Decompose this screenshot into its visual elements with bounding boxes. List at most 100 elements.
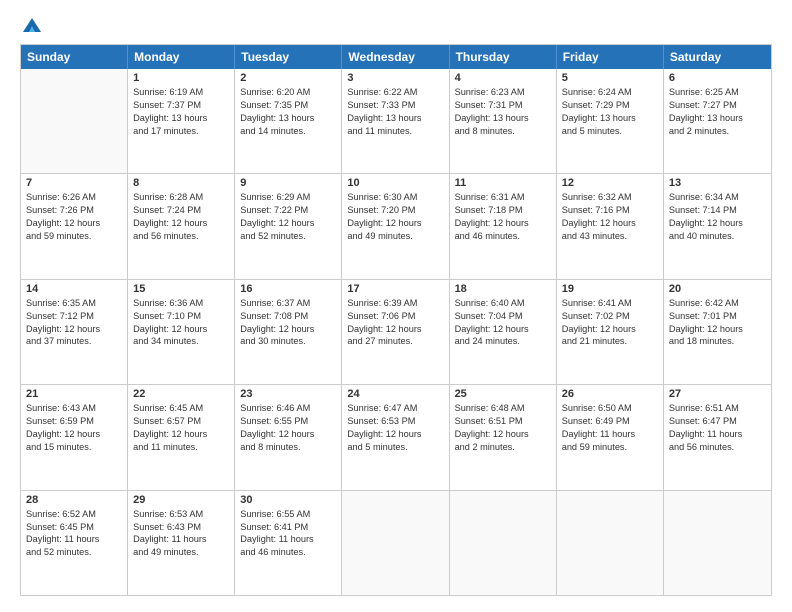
cell-text-line: Sunset: 6:47 PM (669, 415, 766, 428)
day-number: 30 (240, 494, 336, 506)
cell-text-line: Sunset: 7:18 PM (455, 204, 551, 217)
cell-text-line: and 2 minutes. (669, 125, 766, 138)
empty-cell (342, 491, 449, 595)
cell-text-line: and 8 minutes. (455, 125, 551, 138)
cell-text-line: Sunrise: 6:41 AM (562, 297, 658, 310)
cell-text-line: Daylight: 13 hours (562, 112, 658, 125)
cell-text-line: and 56 minutes. (669, 441, 766, 454)
day-cell-12: 12Sunrise: 6:32 AMSunset: 7:16 PMDayligh… (557, 174, 664, 278)
day-cell-22: 22Sunrise: 6:45 AMSunset: 6:57 PMDayligh… (128, 385, 235, 489)
cell-text-line: Daylight: 13 hours (240, 112, 336, 125)
logo (20, 16, 44, 34)
cell-text-line: Sunset: 7:04 PM (455, 310, 551, 323)
cell-text-line: Daylight: 11 hours (240, 533, 336, 546)
cell-text-line: and 14 minutes. (240, 125, 336, 138)
cell-text-line: Sunset: 6:41 PM (240, 521, 336, 534)
cell-text-line: Daylight: 12 hours (669, 323, 766, 336)
cell-text-line: and 2 minutes. (455, 441, 551, 454)
cell-text-line: and 27 minutes. (347, 335, 443, 348)
cell-text-line: Sunset: 7:14 PM (669, 204, 766, 217)
cell-text-line: Sunset: 6:51 PM (455, 415, 551, 428)
cell-text-line: Sunrise: 6:22 AM (347, 86, 443, 99)
cell-text-line: Daylight: 12 hours (26, 323, 122, 336)
day-number: 14 (26, 283, 122, 295)
day-cell-13: 13 Sunrise: 6:34 AMSunset: 7:14 PMDayligh… (664, 174, 771, 278)
day-cell-16: 16Sunrise: 6:37 AMSunset: 7:08 PMDayligh… (235, 280, 342, 384)
cell-text-line: Daylight: 11 hours (669, 428, 766, 441)
header-day-friday: Friday (557, 45, 664, 69)
cell-text-line: Sunset: 7:27 PM (669, 99, 766, 112)
cell-text-line: and 21 minutes. (562, 335, 658, 348)
empty-cell (450, 491, 557, 595)
day-cell-2: 2 Sunrise: 6:20 AMSunset: 7:35 PMDaylight… (235, 69, 342, 173)
day-number: 18 (455, 283, 551, 295)
cell-text-line: Sunrise: 6:23 AM (455, 86, 551, 99)
cell-text-line: Sunrise: 6:37 AM (240, 297, 336, 310)
cell-text-line: Sunset: 6:53 PM (347, 415, 443, 428)
cell-text-line: and 11 minutes. (347, 125, 443, 138)
cell-text-line: Sunset: 7:22 PM (240, 204, 336, 217)
cell-text-line: and 24 minutes. (455, 335, 551, 348)
day-cell-24: 24Sunrise: 6:47 AMSunset: 6:53 PMDayligh… (342, 385, 449, 489)
cell-text-line: Sunset: 7:35 PM (240, 99, 336, 112)
day-cell-18: 18Sunrise: 6:40 AMSunset: 7:04 PMDayligh… (450, 280, 557, 384)
calendar-row-1: 7Sunrise: 6:26 AMSunset: 7:26 PMDaylight… (21, 174, 771, 279)
cell-text-line: and 43 minutes. (562, 230, 658, 243)
day-number: 2 (240, 72, 336, 84)
day-number: 16 (240, 283, 336, 295)
cell-text-line: Sunrise: 6:40 AM (455, 297, 551, 310)
cell-text-line: Daylight: 12 hours (133, 323, 229, 336)
cell-text-line: Daylight: 12 hours (347, 428, 443, 441)
cell-text-line: and 46 minutes. (455, 230, 551, 243)
day-number: 28 (26, 494, 122, 506)
cell-text-line: Sunrise: 6:53 AM (133, 508, 229, 521)
day-number: 27 (669, 388, 766, 400)
cell-text-line: Sunrise: 6:26 AM (26, 191, 122, 204)
cell-text-line: and 17 minutes. (133, 125, 229, 138)
day-number: 9 (240, 177, 336, 189)
cell-text-line: Sunset: 7:20 PM (347, 204, 443, 217)
empty-cell (557, 491, 664, 595)
cell-text-line: Sunrise: 6:28 AM (133, 191, 229, 204)
cell-text-line: Sunrise: 6:46 AM (240, 402, 336, 415)
day-cell-26: 26Sunrise: 6:50 AMSunset: 6:49 PMDayligh… (557, 385, 664, 489)
cell-text-line: Sunset: 6:59 PM (26, 415, 122, 428)
cell-text-line: Daylight: 12 hours (669, 217, 766, 230)
cell-text-line: and 49 minutes. (347, 230, 443, 243)
day-number: 13 (669, 177, 766, 189)
day-number: 20 (669, 283, 766, 295)
cell-text-line: and 56 minutes. (133, 230, 229, 243)
day-cell-19: 19Sunrise: 6:41 AMSunset: 7:02 PMDayligh… (557, 280, 664, 384)
cell-text-line: Sunrise: 6:20 AM (240, 86, 336, 99)
cell-text-line: and 40 minutes. (669, 230, 766, 243)
empty-cell (21, 69, 128, 173)
cell-text-line: and 52 minutes. (240, 230, 336, 243)
day-number: 23 (240, 388, 336, 400)
cell-text-line: Sunrise: 6:45 AM (133, 402, 229, 415)
cell-text-line: Sunrise: 6:39 AM (347, 297, 443, 310)
cell-text-line: and 30 minutes. (240, 335, 336, 348)
calendar-header: SundayMondayTuesdayWednesdayThursdayFrid… (21, 45, 771, 69)
cell-text-line: Sunset: 7:33 PM (347, 99, 443, 112)
cell-text-line: Daylight: 13 hours (455, 112, 551, 125)
day-cell-9: 9Sunrise: 6:29 AMSunset: 7:22 PMDaylight… (235, 174, 342, 278)
day-number: 4 (455, 72, 551, 84)
cell-text-line: Sunset: 7:08 PM (240, 310, 336, 323)
cell-text-line: Sunrise: 6:34 AM (669, 191, 766, 204)
cell-text-line: and 18 minutes. (669, 335, 766, 348)
cell-text-line: Daylight: 12 hours (562, 217, 658, 230)
day-cell-14: 14Sunrise: 6:35 AMSunset: 7:12 PMDayligh… (21, 280, 128, 384)
day-cell-20: 20Sunrise: 6:42 AMSunset: 7:01 PMDayligh… (664, 280, 771, 384)
day-cell-1: 1Sunrise: 6:19 AMSunset: 7:37 PMDaylight… (128, 69, 235, 173)
cell-text-line: Daylight: 12 hours (240, 428, 336, 441)
empty-cell (664, 491, 771, 595)
header-day-sunday: Sunday (21, 45, 128, 69)
logo-icon (21, 16, 43, 34)
day-cell-7: 7Sunrise: 6:26 AMSunset: 7:26 PMDaylight… (21, 174, 128, 278)
day-cell-17: 17Sunrise: 6:39 AMSunset: 7:06 PMDayligh… (342, 280, 449, 384)
cell-text-line: Sunrise: 6:35 AM (26, 297, 122, 310)
cell-text-line: Sunset: 7:06 PM (347, 310, 443, 323)
cell-text-line: Daylight: 12 hours (133, 217, 229, 230)
cell-text-line: Sunset: 6:45 PM (26, 521, 122, 534)
cell-text-line: Sunrise: 6:19 AM (133, 86, 229, 99)
